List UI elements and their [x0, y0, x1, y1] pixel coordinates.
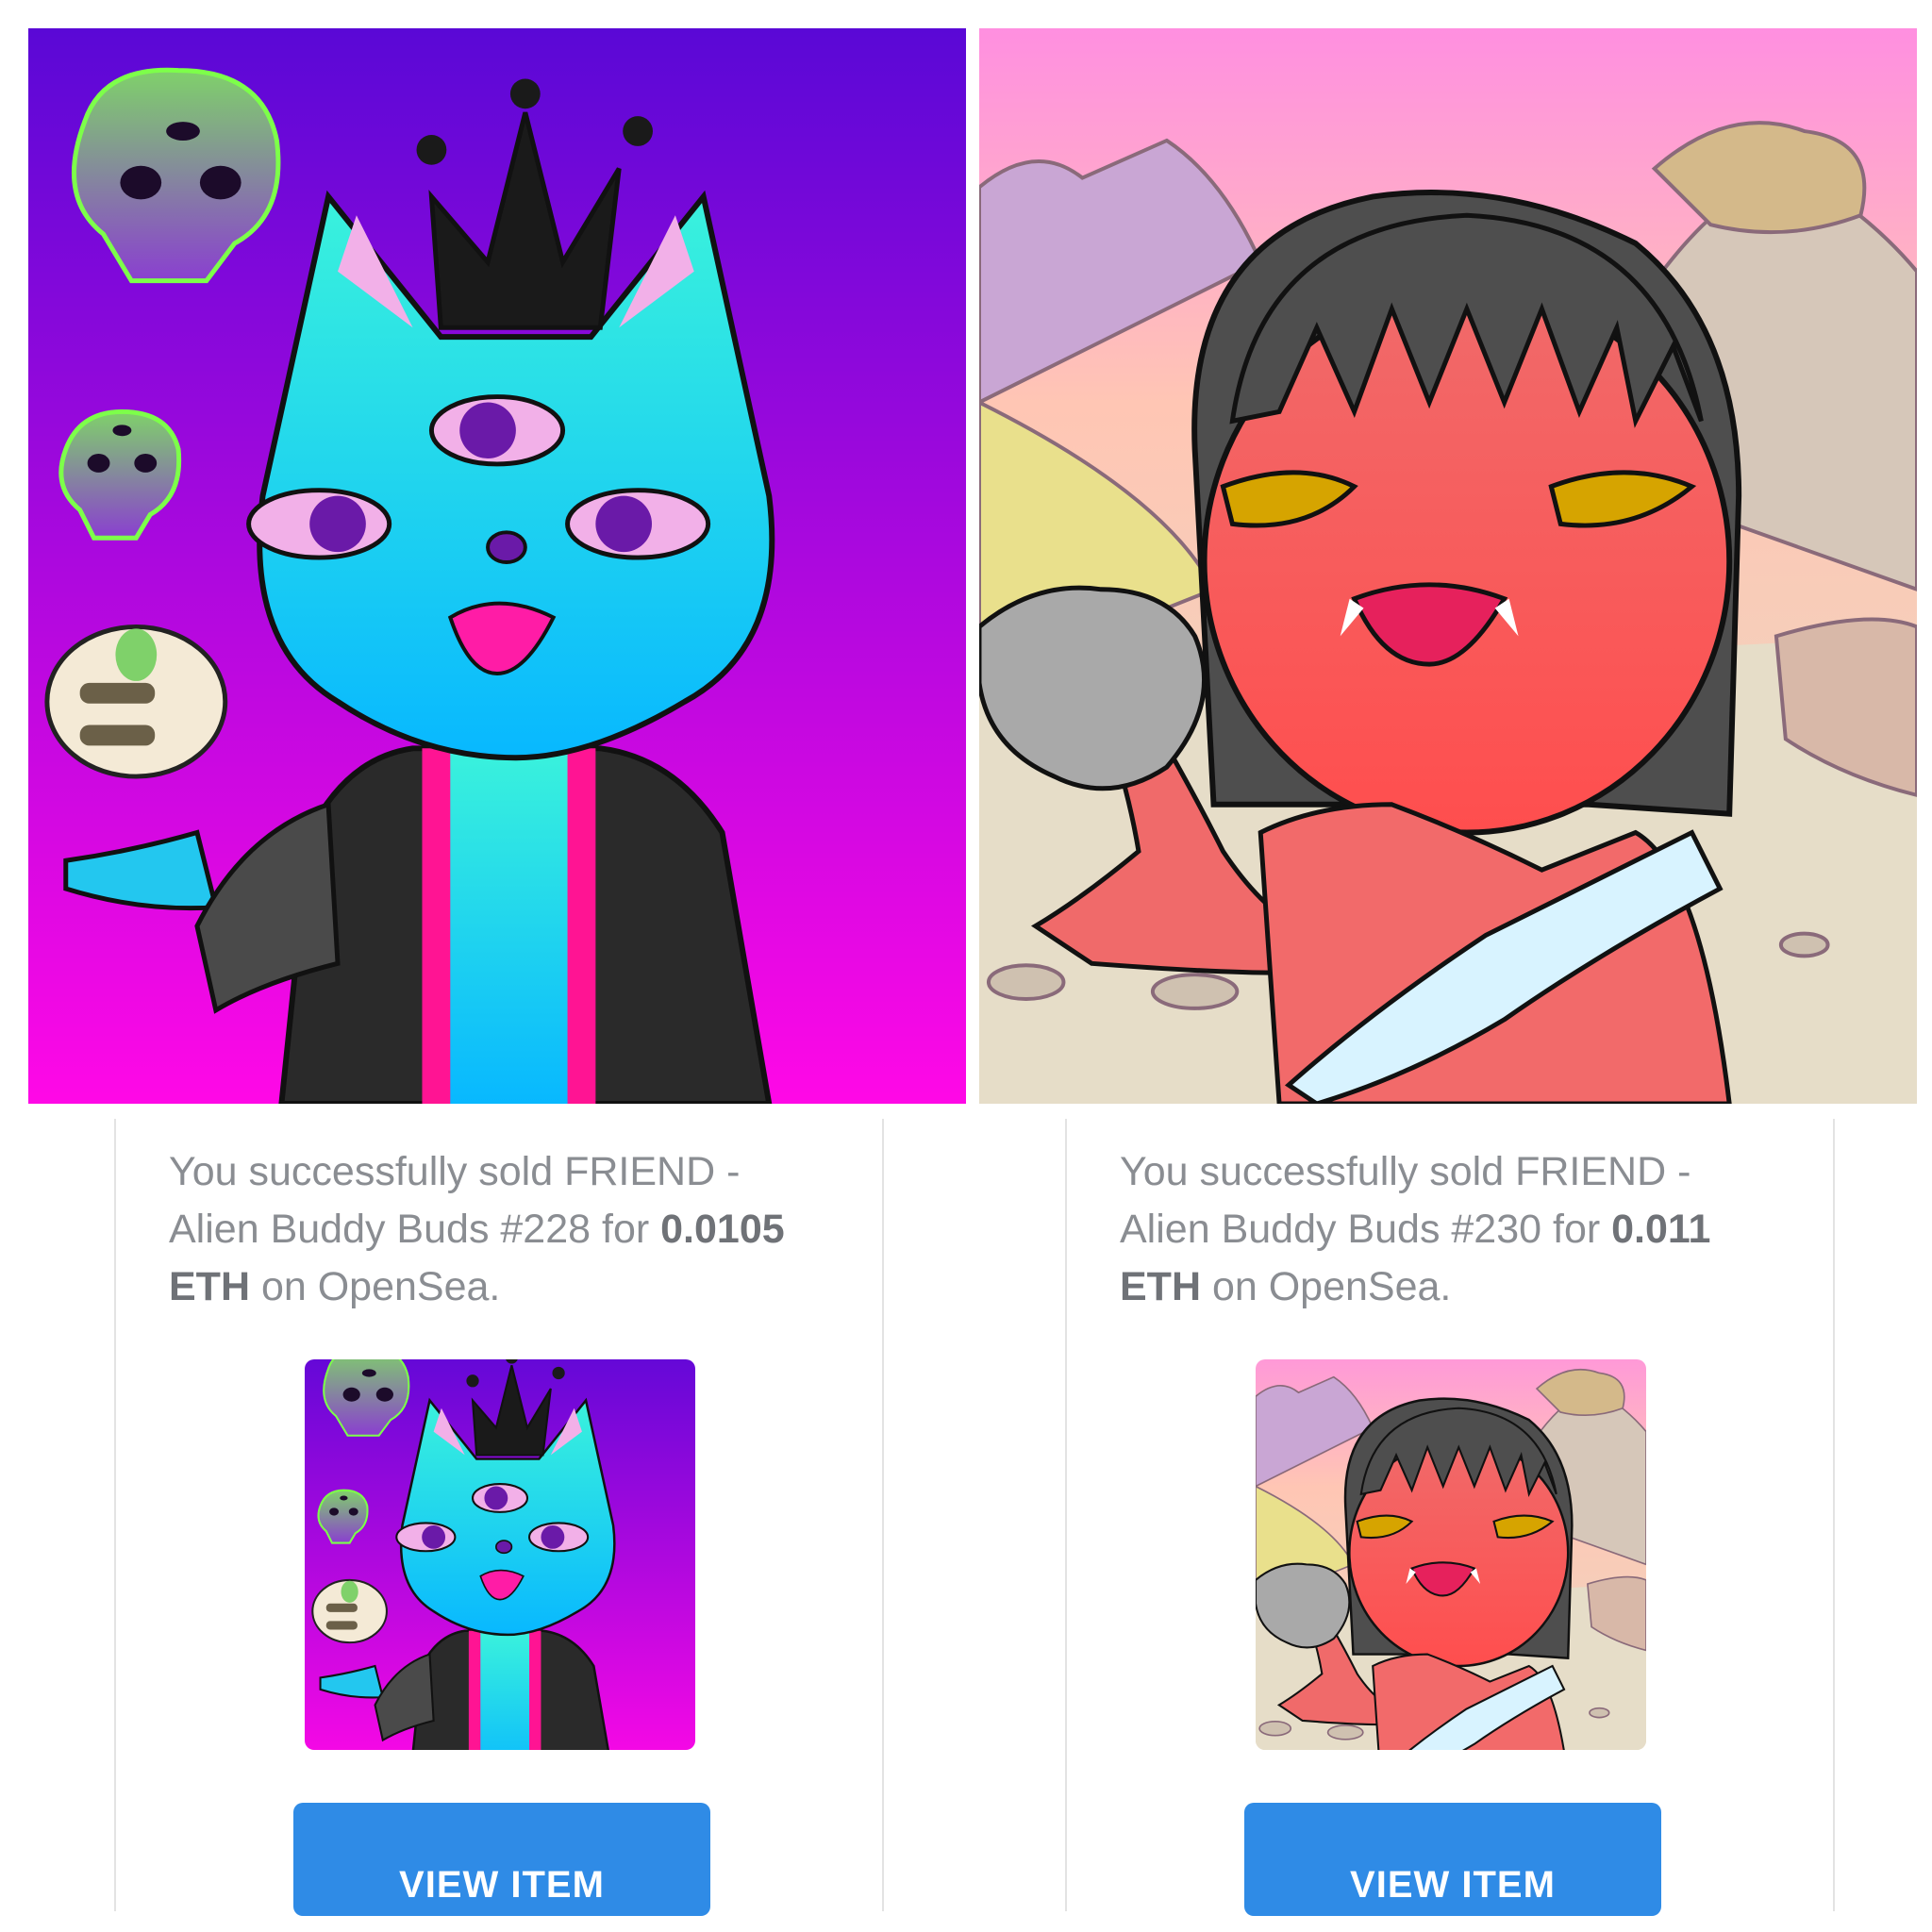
ogre-woman-artwork-large	[979, 28, 1917, 1104]
sale-message: You successfully sold FRIEND - Alien Bud…	[169, 1143, 820, 1316]
sale-message-suffix: on OpenSea.	[1201, 1264, 1452, 1309]
view-item-label: VIEW ITEM	[399, 1864, 605, 1906]
sale-message-text: You successfully sold FRIEND - Alien Bud…	[169, 1149, 741, 1252]
sale-message-suffix: on OpenSea.	[250, 1264, 501, 1309]
sale-notification-card: You successfully sold FRIEND - Alien Bud…	[1065, 1119, 1835, 1916]
sale-column-228: You successfully sold FRIEND - Alien Bud…	[28, 0, 966, 1932]
item-thumbnail[interactable]	[1256, 1359, 1646, 1750]
view-item-label: VIEW ITEM	[1350, 1864, 1556, 1906]
sale-column-230: You successfully sold FRIEND - Alien Bud…	[979, 0, 1917, 1932]
sale-message-text: You successfully sold FRIEND - Alien Bud…	[1120, 1149, 1691, 1252]
view-item-button[interactable]: VIEW ITEM	[1244, 1803, 1661, 1916]
item-thumbnail[interactable]	[305, 1359, 695, 1750]
view-item-button[interactable]: VIEW ITEM	[293, 1803, 710, 1916]
cat-alien-artwork-large	[28, 28, 966, 1104]
sale-message: You successfully sold FRIEND - Alien Bud…	[1120, 1143, 1771, 1316]
sale-notification-card: You successfully sold FRIEND - Alien Bud…	[114, 1119, 884, 1916]
